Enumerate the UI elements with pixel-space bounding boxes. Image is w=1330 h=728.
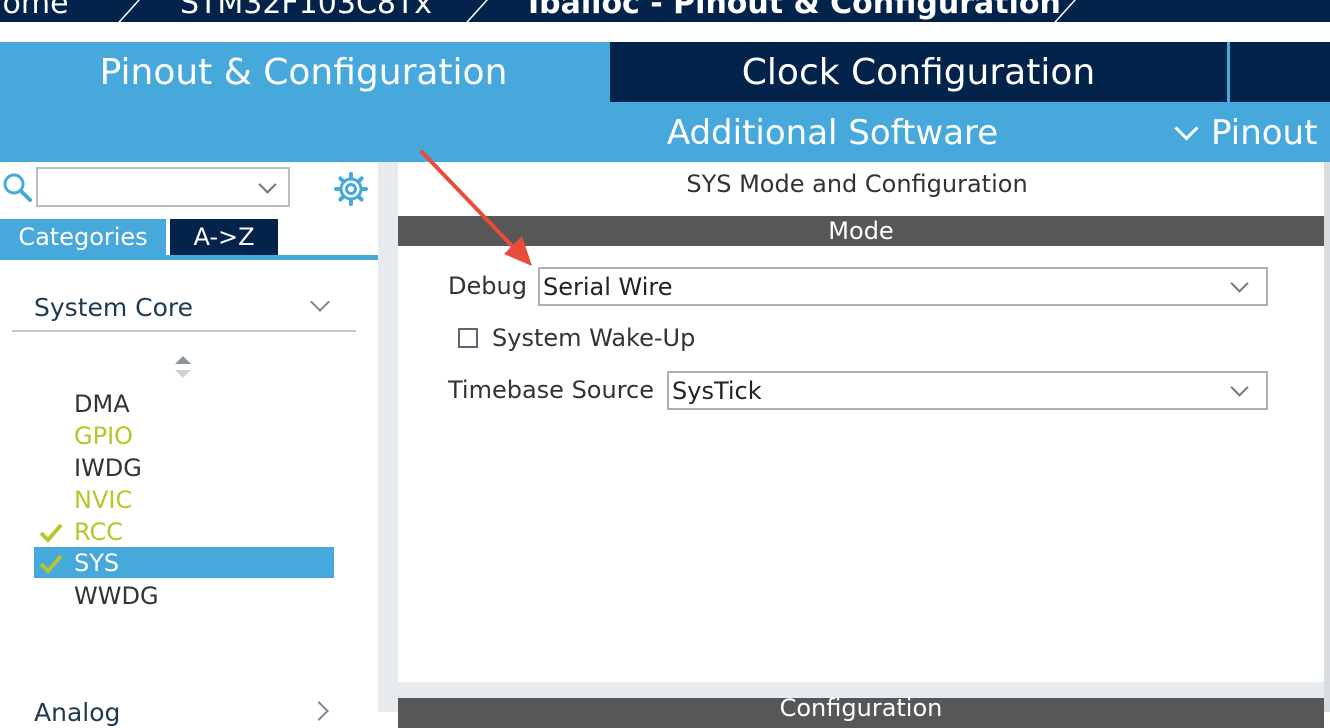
breadcrumb-home[interactable]: Home [0,0,69,21]
tab-overflow[interactable] [1230,42,1330,102]
list-item-dma[interactable]: DMA [34,388,334,419]
breadcrumb-device[interactable]: STM32F103C8Tx [180,0,432,21]
system-wakeup-checkbox[interactable] [458,328,478,348]
list-item-label: DMA [74,389,130,418]
pinout-menu[interactable]: Pinout [1170,104,1330,162]
tab-pinout-configuration[interactable]: Pinout & Configuration [0,42,607,102]
breadcrumb-project[interactable]: Ibalioc - Pinout & Configuration [528,0,1061,21]
system-wakeup-label: System Wake-Up [492,324,696,352]
list-item-nvic[interactable]: NVIC [34,484,334,515]
group-title-system-core[interactable]: System Core [34,293,193,322]
timebase-source-value: SysTick [672,376,762,405]
group-divider [12,330,356,332]
checkmark-icon [34,549,74,577]
configuration-header-label: Configuration [779,694,943,722]
configuration-header: Configuration [398,694,1324,728]
debug-select-value: Serial Wire [543,272,673,301]
group-title-analog[interactable]: Analog [34,698,120,727]
list-item-iwdg[interactable]: IWDG [34,452,334,483]
tab-clock-configuration[interactable]: Clock Configuration [610,42,1227,102]
chevron-down-icon[interactable] [258,175,277,194]
list-item-label: GPIO [74,421,134,450]
list-item-rcc[interactable]: RCC [34,516,334,547]
list-item-sys[interactable]: SYS [34,547,334,578]
breadcrumb-separator [114,0,140,22]
gear-icon[interactable] [334,172,368,206]
debug-select[interactable]: Serial Wire [538,267,1268,306]
tab-additional-software[interactable]: Additional Software [560,104,1105,162]
breadcrumb-separator [462,0,488,22]
debug-label: Debug [448,272,527,300]
list-item-label: RCC [74,517,123,546]
list-item-wwdg[interactable]: WWDG [34,580,334,611]
list-item-label: NVIC [74,485,133,514]
sort-up-icon[interactable] [175,356,191,364]
sidebar-divider[interactable] [378,162,398,712]
search-input[interactable] [42,169,246,205]
annotation-arrow-icon [420,150,532,266]
tab-categories[interactable]: Categories [0,219,166,255]
category-tab-underline [0,255,378,260]
tab-a-z[interactable]: A->Z [170,219,278,255]
list-item-gpio[interactable]: GPIO [34,420,334,451]
search-icon [3,173,32,202]
breadcrumb: Home STM32F103C8Tx Ibalioc - Pinout & Co… [0,0,1330,22]
mode-header-label: Mode [828,217,894,245]
scrollbar[interactable] [1324,162,1330,712]
search-combobox[interactable] [36,167,290,207]
timebase-source-select[interactable]: SysTick [667,371,1268,410]
chevron-down-icon [1230,274,1249,293]
chevron-down-icon [1174,115,1199,141]
timebase-source-label: Timebase Source [448,376,655,404]
chevron-down-icon [1230,378,1249,397]
checkmark-icon [34,518,74,546]
list-item-label: SYS [74,548,120,577]
list-item-label: WWDG [74,581,159,610]
pinout-menu-label: Pinout [1211,113,1318,153]
sort-down-icon[interactable] [175,370,191,378]
list-item-label: IWDG [74,453,142,482]
